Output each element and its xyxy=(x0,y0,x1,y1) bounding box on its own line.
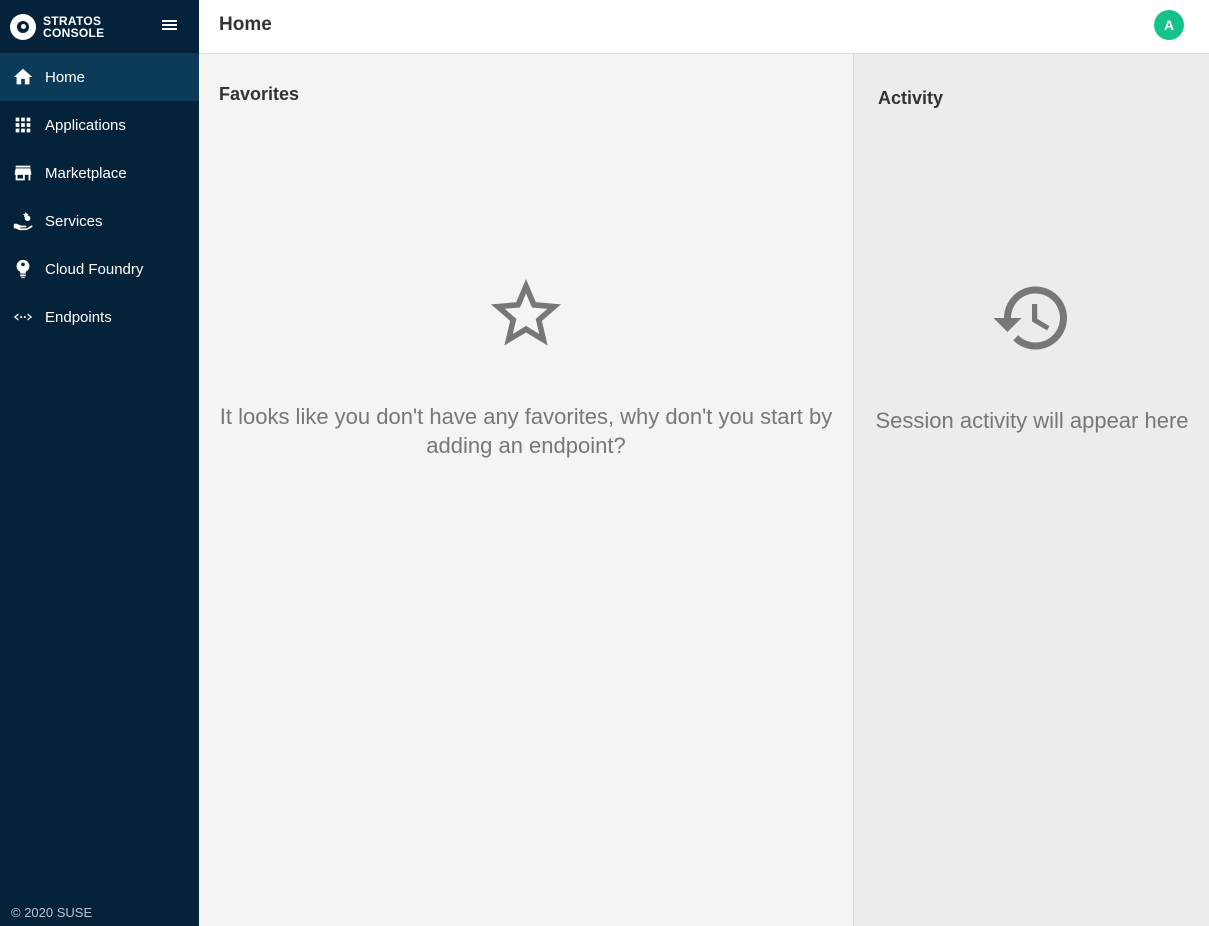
brand-line1: STRATOS xyxy=(43,13,102,28)
sidebar-item-cloud-foundry[interactable]: Cloud Foundry xyxy=(0,245,199,293)
sidebar-item-label: Applications xyxy=(45,116,126,134)
services-hand-icon xyxy=(12,210,34,232)
history-icon xyxy=(987,276,1077,360)
sidebar: STRATOS CONSOLE Home Applications Market… xyxy=(0,0,199,926)
star-outline-icon xyxy=(484,272,568,356)
apps-grid-icon xyxy=(12,114,34,136)
page-title: Home xyxy=(219,14,272,35)
store-icon xyxy=(12,162,34,184)
sidebar-item-marketplace[interactable]: Marketplace xyxy=(0,149,199,197)
favorites-title: Favorites xyxy=(219,84,300,104)
brand-line2: CONSOLE xyxy=(43,25,105,40)
sidebar-item-services[interactable]: Services xyxy=(0,197,199,245)
user-avatar[interactable]: A xyxy=(1154,10,1184,40)
top-bar: Home A xyxy=(199,0,1209,54)
favorites-empty-message: It looks like you don't have any favorit… xyxy=(219,404,833,458)
sidebar-item-label: Marketplace xyxy=(45,164,127,182)
sidebar-item-label: Home xyxy=(45,68,86,86)
activity-title: Activity xyxy=(878,88,944,108)
sidebar-item-label: Services xyxy=(45,212,103,230)
sidebar-nav: Home Applications Marketplace Services C… xyxy=(0,53,199,341)
sidebar-item-label: Cloud Foundry xyxy=(45,260,144,278)
endpoints-icon xyxy=(12,306,34,328)
copyright-text: © 2020 SUSE xyxy=(11,905,93,920)
cloud-foundry-icon xyxy=(12,258,34,280)
activity-empty-message: Session activity will appear here xyxy=(875,408,1189,433)
activity-panel: Activity Session activity will appear he… xyxy=(853,54,1209,926)
favorites-panel: Favorites It looks like you don't have a… xyxy=(199,54,853,926)
sidebar-item-label: Endpoints xyxy=(45,308,112,326)
brand-logo: STRATOS CONSOLE xyxy=(0,0,199,53)
menu-toggle-icon[interactable] xyxy=(162,18,180,34)
sidebar-item-endpoints[interactable]: Endpoints xyxy=(0,293,199,341)
stratos-logo-icon xyxy=(10,13,36,40)
sidebar-item-home[interactable]: Home xyxy=(0,53,199,101)
home-icon xyxy=(12,66,34,88)
sidebar-item-applications[interactable]: Applications xyxy=(0,101,199,149)
brand-text: STRATOS CONSOLE xyxy=(43,15,104,39)
